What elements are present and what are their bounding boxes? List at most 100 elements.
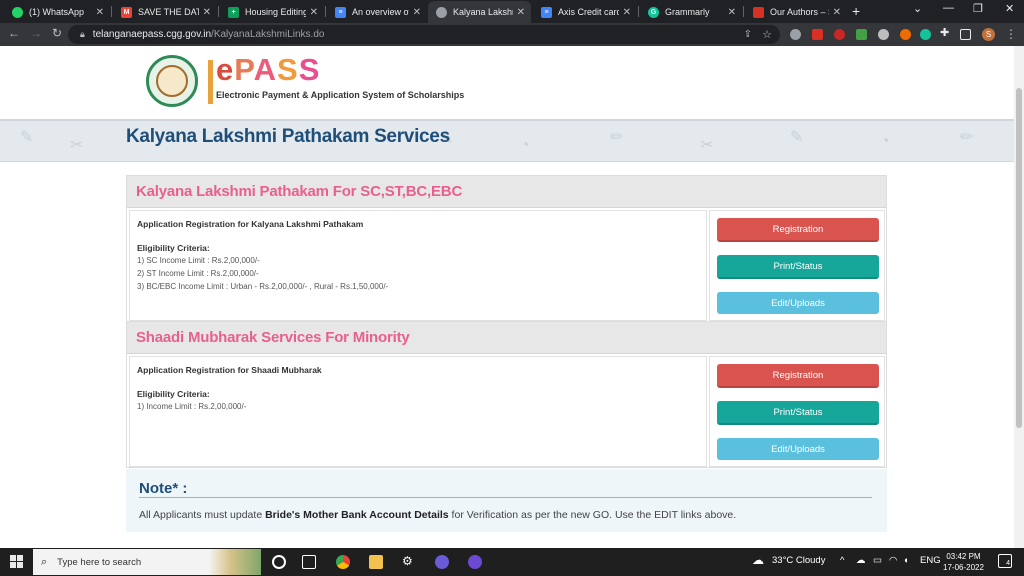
logo-divider <box>208 60 213 104</box>
back-icon[interactable]: ← <box>8 26 20 40</box>
note-text: All Applicants must update Bride's Mothe… <box>139 509 737 521</box>
weather-text[interactable]: 33°C Cloudy <box>772 555 825 566</box>
wifi-icon[interactable]: ◠ <box>889 555 897 566</box>
bookmark-star-icon[interactable]: ☆ <box>762 28 772 41</box>
extension-icon[interactable] <box>878 29 889 40</box>
page-icon <box>753 6 764 18</box>
globe-icon <box>436 6 447 18</box>
eligibility-heading: Eligibility Criteria: <box>137 243 210 253</box>
tab-housing-editing[interactable]: + Housing Editing ✕ <box>220 1 324 23</box>
file-explorer-icon[interactable] <box>369 555 383 569</box>
criteria-item: 1) SC Income Limit : Rs.2,00,000/- <box>137 256 260 265</box>
edit-uploads-button[interactable]: Edit/Uploads <box>717 438 879 460</box>
grammarly-icon: G <box>648 6 659 18</box>
tab-title: Kalyana Lakshmi <box>453 7 513 17</box>
tab-gmail[interactable]: M SAVE THE DATE: 4 ✕ <box>113 1 217 23</box>
telangana-emblem-logo <box>146 55 198 107</box>
windows-taskbar: ⌕ Type here to search ⚙ ☁ 33°C Cloudy ^ … <box>0 548 1024 576</box>
close-window-icon[interactable]: ✕ <box>1005 2 1014 15</box>
print-status-button[interactable]: Print/Status <box>717 401 879 425</box>
forward-icon[interactable]: → <box>30 26 42 40</box>
clock[interactable]: 03:42 PM 17-06-2022 <box>943 551 984 573</box>
volume-icon[interactable]: ◖ <box>903 555 909 566</box>
taskbar-search-input[interactable]: ⌕ Type here to search <box>33 549 261 575</box>
minimize-icon[interactable]: — <box>943 2 954 14</box>
extension-icon[interactable] <box>856 29 867 40</box>
extension-icon[interactable] <box>900 29 911 40</box>
reload-icon[interactable]: ↻ <box>52 26 62 40</box>
scrollbar-thumb[interactable] <box>1016 88 1022 428</box>
close-icon[interactable]: ✕ <box>203 7 211 18</box>
tab-our-authors[interactable]: Our Authors – Sig ✕ <box>745 1 847 23</box>
onedrive-icon[interactable]: ☁ <box>856 555 866 566</box>
section-details: Application Registration for Shaadi Mubh… <box>129 356 707 467</box>
tab-grammarly[interactable]: G Grammarly ✕ <box>640 1 742 23</box>
app-icon[interactable] <box>435 555 449 569</box>
chevron-up-icon[interactable]: ^ <box>840 555 844 566</box>
lock-icon: 🔒︎ <box>80 29 85 39</box>
section-actions: Registration Print/Status Edit/Uploads <box>709 356 885 467</box>
sidepanel-icon[interactable] <box>960 29 971 40</box>
note-box: Note* : All Applicants must update Bride… <box>126 469 887 532</box>
section-kalyana-lakshmi: Kalyana Lakshmi Pathakam For SC,ST,BC,EB… <box>126 175 887 322</box>
language-indicator[interactable]: ENG <box>920 555 941 566</box>
tab-overview[interactable]: ≡ An overview of th ✕ <box>327 1 427 23</box>
address-bar[interactable]: 🔒︎ telanganaepass.cgg.gov.in/KalyanaLaks… <box>68 25 780 44</box>
whatsapp-icon <box>12 6 23 18</box>
section-details: Application Registration for Kalyana Lak… <box>129 210 707 321</box>
web-page: ePASS Electronic Payment & Application S… <box>0 46 1014 548</box>
share-icon[interactable]: ⇪ <box>744 29 752 40</box>
grammarly-extension-icon[interactable] <box>920 29 931 40</box>
app-icon[interactable] <box>468 555 482 569</box>
sheets-icon: + <box>228 6 239 18</box>
notifications-icon[interactable]: 4 <box>998 554 1012 568</box>
section-shaadi-mubharak: Shaadi Mubharak Services For Minority Ap… <box>126 321 887 468</box>
epass-logo: ePASS <box>216 52 321 87</box>
page-title: Kalyana Lakshmi Pathakam Services <box>126 126 450 147</box>
tab-kalyana-lakshmi[interactable]: Kalyana Lakshmi ✕ <box>428 1 531 23</box>
close-icon[interactable]: ✕ <box>833 7 841 18</box>
eligibility-heading: Eligibility Criteria: <box>137 389 210 399</box>
adblock-icon[interactable] <box>834 29 845 40</box>
close-icon[interactable]: ✕ <box>310 7 318 18</box>
chrome-taskbar-icon[interactable] <box>336 555 350 569</box>
close-icon[interactable]: ✕ <box>517 7 525 18</box>
note-title: Note* : <box>139 480 188 497</box>
tab-title: SAVE THE DATE: 4 <box>138 7 199 17</box>
battery-icon[interactable]: ▭ <box>873 555 882 566</box>
search-highlight-image <box>209 549 261 575</box>
edit-uploads-button[interactable]: Edit/Uploads <box>717 292 879 314</box>
tab-axis-credit-card[interactable]: ≡ Axis Credit card a ✕ <box>533 1 637 23</box>
tab-title: Grammarly <box>665 7 710 17</box>
task-view-icon[interactable] <box>302 555 316 569</box>
menu-icon[interactable]: ⋮ <box>1005 27 1017 41</box>
close-icon[interactable]: ✕ <box>96 7 104 18</box>
registration-button[interactable]: Registration <box>717 218 879 242</box>
tab-whatsapp[interactable]: (1) WhatsApp ✕ <box>4 1 110 23</box>
section-heading: Shaadi Mubharak Services For Minority <box>127 322 886 354</box>
browser-toolbar: ← → ↻ 🔒︎ telanganaepass.cgg.gov.in/Kalya… <box>0 23 1024 46</box>
close-icon[interactable]: ✕ <box>728 7 736 18</box>
application-title: Application Registration for Shaadi Mubh… <box>137 365 322 375</box>
profile-avatar[interactable]: S <box>982 28 995 41</box>
windows-start-icon[interactable] <box>10 555 24 569</box>
search-icon: ⌕ <box>41 555 48 568</box>
cortana-icon[interactable] <box>272 555 286 569</box>
tab-search-icon[interactable]: ⌄ <box>913 2 922 15</box>
puzzle-icon[interactable]: ✚ <box>940 26 951 39</box>
tab-title: Housing Editing <box>245 7 306 17</box>
new-tab-button[interactable]: + <box>852 3 860 19</box>
close-icon[interactable]: ✕ <box>413 7 421 18</box>
url-text: telanganaepass.cgg.gov.in/KalyanaLakshmi… <box>92 29 325 40</box>
registration-button[interactable]: Registration <box>717 364 879 388</box>
docs-icon: ≡ <box>335 6 346 18</box>
close-icon[interactable]: ✕ <box>623 7 631 18</box>
extension-icon[interactable] <box>812 29 823 40</box>
settings-icon[interactable]: ⚙ <box>402 554 416 568</box>
extension-icon[interactable] <box>790 29 801 40</box>
print-status-button[interactable]: Print/Status <box>717 255 879 279</box>
site-tagline: Electronic Payment & Application System … <box>216 90 465 100</box>
restore-icon[interactable]: ❐ <box>973 2 983 15</box>
tab-title: Our Authors – Sig <box>770 7 829 17</box>
criteria-item: 3) BC/EBC Income Limit : Urban - Rs.2,00… <box>137 282 389 291</box>
